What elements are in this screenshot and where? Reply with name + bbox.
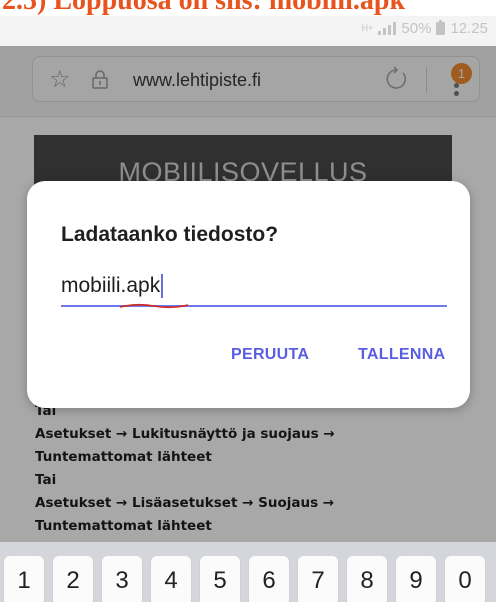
- battery-icon: [436, 20, 446, 35]
- key-3[interactable]: 3: [102, 556, 142, 602]
- key-7[interactable]: 7: [298, 556, 338, 602]
- spellcheck-underline: [119, 303, 189, 309]
- filename-input[interactable]: mobiili.apk: [61, 267, 447, 309]
- status-icons: H+ 50% 12.25: [362, 20, 488, 37]
- key-2[interactable]: 2: [53, 556, 93, 602]
- image-caption: 2.5) Loppuosa on siis: mobiili.apk: [0, 0, 496, 16]
- key-4[interactable]: 4: [151, 556, 191, 602]
- text-cursor: [161, 274, 164, 299]
- key-8[interactable]: 8: [347, 556, 387, 602]
- key-9[interactable]: 9: [396, 556, 436, 602]
- download-dialog: Ladataanko tiedosto? mobiili.apk PERUUTA…: [27, 181, 470, 408]
- phone-screen: 2.5) Loppuosa on siis: mobiili.apk H+ 50…: [0, 0, 496, 602]
- clock: 12.25: [450, 20, 488, 37]
- network-type-icon: H+: [361, 23, 374, 33]
- status-bar: H+ 50% 12.25: [0, 16, 496, 46]
- key-0[interactable]: 0: [445, 556, 485, 602]
- battery-percent: 50%: [401, 20, 432, 37]
- key-5[interactable]: 5: [200, 556, 240, 602]
- keyboard: 1 2 3 4 5 6 7 8 9 0: [0, 542, 496, 602]
- key-6[interactable]: 6: [249, 556, 289, 602]
- filename-value[interactable]: mobiili.apk: [61, 274, 164, 299]
- cancel-button[interactable]: PERUUTA: [231, 346, 309, 364]
- dialog-title: Ladataanko tiedosto?: [61, 223, 279, 246]
- key-1[interactable]: 1: [4, 556, 44, 602]
- save-button[interactable]: TALLENNA: [358, 346, 445, 364]
- caption-text: 2.5) Loppuosa on siis: mobiili.apk: [2, 0, 406, 16]
- signal-icon: [378, 22, 397, 35]
